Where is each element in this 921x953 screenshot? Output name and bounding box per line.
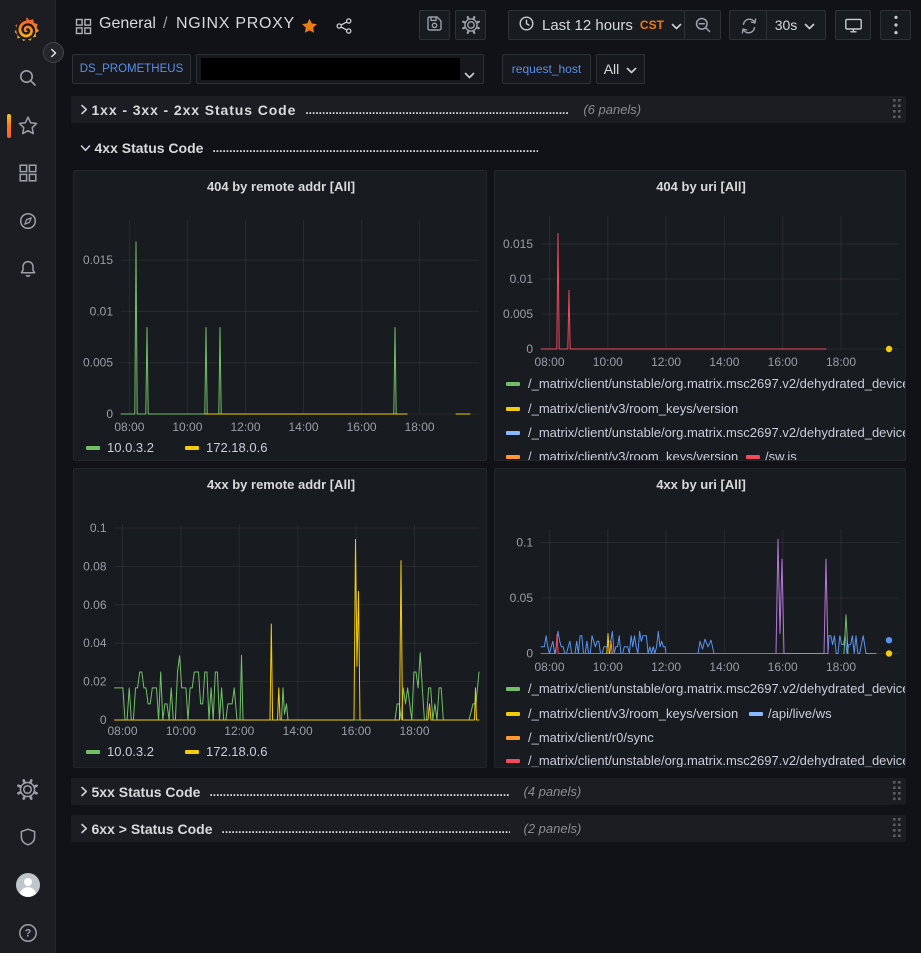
svg-text:16:00: 16:00 — [768, 355, 798, 369]
svg-text:0.015: 0.015 — [83, 253, 113, 267]
svg-text:0.08: 0.08 — [83, 559, 107, 573]
svg-text:08:00: 08:00 — [534, 355, 564, 369]
svg-text:0.1: 0.1 — [90, 521, 107, 535]
svg-text:18:00: 18:00 — [399, 724, 429, 738]
svg-text:12:00: 12:00 — [651, 660, 681, 674]
svg-text:18:00: 18:00 — [826, 355, 856, 369]
svg-text:14:00: 14:00 — [288, 420, 318, 434]
svg-text:0.005: 0.005 — [83, 356, 113, 370]
svg-text:0.05: 0.05 — [510, 591, 534, 605]
svg-text:0.01: 0.01 — [90, 304, 114, 318]
svg-text:12:00: 12:00 — [224, 724, 254, 738]
svg-text:18:00: 18:00 — [826, 660, 856, 674]
svg-text:0.06: 0.06 — [83, 598, 107, 612]
svg-text:?: ? — [24, 928, 31, 940]
svg-text:0.02: 0.02 — [83, 675, 107, 689]
svg-text:0.04: 0.04 — [83, 636, 107, 650]
svg-text:0: 0 — [526, 647, 533, 661]
svg-text:0.1: 0.1 — [516, 536, 533, 550]
svg-text:10:00: 10:00 — [593, 660, 623, 674]
svg-text:0: 0 — [100, 713, 107, 727]
svg-text:0.005: 0.005 — [503, 307, 533, 321]
svg-text:14:00: 14:00 — [283, 724, 313, 738]
svg-text:08:00: 08:00 — [114, 420, 144, 434]
svg-text:10:00: 10:00 — [593, 355, 623, 369]
svg-text:16:00: 16:00 — [347, 420, 377, 434]
svg-text:0.015: 0.015 — [503, 237, 533, 251]
svg-text:16:00: 16:00 — [341, 724, 371, 738]
svg-text:14:00: 14:00 — [709, 660, 739, 674]
svg-text:12:00: 12:00 — [230, 420, 260, 434]
svg-text:16:00: 16:00 — [768, 660, 798, 674]
svg-text:0: 0 — [106, 407, 113, 421]
svg-text:08:00: 08:00 — [107, 724, 137, 738]
svg-text:14:00: 14:00 — [709, 355, 739, 369]
svg-text:0: 0 — [526, 342, 533, 356]
svg-text:10:00: 10:00 — [166, 724, 196, 738]
svg-text:08:00: 08:00 — [534, 660, 564, 674]
svg-text:10:00: 10:00 — [172, 420, 202, 434]
svg-text:18:00: 18:00 — [405, 420, 435, 434]
svg-text:12:00: 12:00 — [651, 355, 681, 369]
svg-text:0.01: 0.01 — [510, 272, 534, 286]
